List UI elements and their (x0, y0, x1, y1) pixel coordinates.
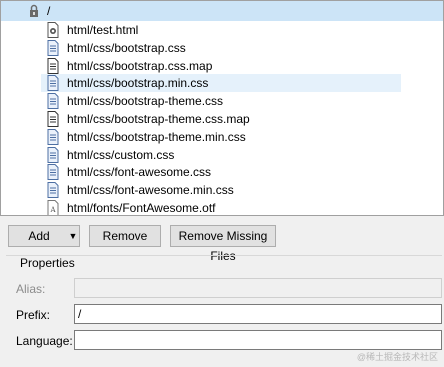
prefix-label: Prefix: (16, 308, 51, 322)
file-name: html/test.html (67, 23, 139, 37)
properties-title: Properties (16, 256, 79, 270)
text-file-icon (47, 57, 59, 74)
file-row[interactable]: Ahtml/fonts/FontAwesome.otf (41, 199, 401, 215)
file-name: html/css/custom.css (67, 147, 175, 162)
css-file-icon (47, 93, 59, 110)
prefix-input[interactable] (74, 304, 442, 324)
css-file-icon (47, 75, 59, 92)
tree-root-prefix[interactable]: / (1, 1, 443, 21)
alias-input[interactable] (74, 278, 442, 298)
file-row[interactable]: html/test.html (41, 21, 401, 39)
file-name: html/css/bootstrap-theme.css.map (67, 112, 250, 126)
resource-tree[interactable]: / html/test.html html/css/bootstrap.css ht… (0, 0, 444, 216)
language-label: Language: (16, 334, 73, 348)
add-button[interactable]: Add ▼ (8, 225, 80, 247)
add-button-label: Add (28, 229, 50, 243)
file-name: html/css/bootstrap.css.map (67, 58, 213, 73)
file-row[interactable]: html/css/font-awesome.css (41, 163, 401, 181)
file-name: html/css/bootstrap-theme.css (67, 94, 224, 109)
lock-folder-icon (27, 4, 41, 18)
file-row[interactable]: html/css/font-awesome.min.css (41, 181, 401, 199)
file-row[interactable]: html/css/custom.css (41, 146, 401, 164)
file-row[interactable]: html/css/bootstrap.css.map (41, 57, 401, 75)
html-file-icon (47, 22, 59, 38)
file-name: html/css/bootstrap.css (67, 40, 186, 55)
svg-text:A: A (50, 206, 57, 214)
file-row[interactable]: html/css/bootstrap-theme.css (41, 92, 401, 110)
remove-missing-files-button[interactable]: Remove Missing Files (170, 225, 276, 263)
file-row[interactable]: html/css/bootstrap-theme.css.map (41, 110, 401, 128)
language-input[interactable] (74, 330, 442, 350)
css-file-icon (47, 146, 59, 163)
css-file-icon (47, 164, 59, 181)
css-file-icon (47, 182, 59, 199)
file-name: html/css/bootstrap-theme.min.css (67, 129, 246, 144)
file-name: html/css/font-awesome.min.css (67, 183, 234, 198)
text-file-icon (47, 111, 59, 127)
dropdown-arrow-icon[interactable]: ▼ (67, 226, 79, 246)
file-name: html/fonts/FontAwesome.otf (67, 201, 216, 215)
css-file-icon (47, 128, 59, 145)
file-row[interactable]: html/css/bootstrap.css (41, 39, 401, 57)
file-name: html/css/font-awesome.css (67, 165, 212, 180)
alias-label: Alias: (16, 282, 46, 296)
tree-root-label: / (47, 4, 51, 18)
font-file-icon: A (47, 200, 59, 215)
css-file-icon (47, 39, 59, 56)
watermark: @稀土掘金技术社区 (356, 352, 438, 362)
file-name: html/css/bootstrap.min.css (67, 76, 209, 91)
file-row[interactable]: html/css/bootstrap.min.css (41, 74, 401, 93)
remove-button[interactable]: Remove (89, 225, 161, 247)
file-row[interactable]: html/css/bootstrap-theme.min.css (41, 128, 401, 146)
